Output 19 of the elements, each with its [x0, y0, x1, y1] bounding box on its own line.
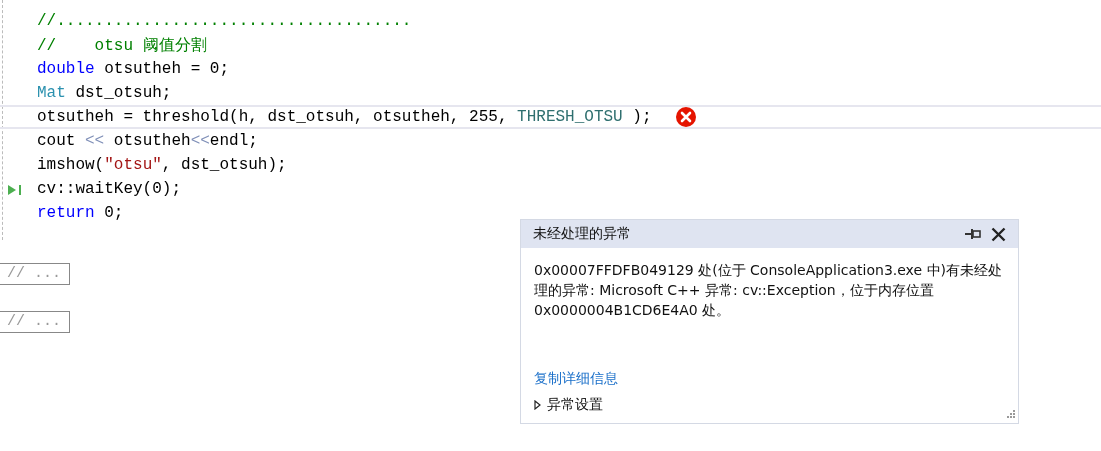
code-line: //..................................... [37, 12, 412, 30]
popup-title: 未经处理的异常 [533, 225, 632, 243]
collapsed-code-block[interactable]: // ... [0, 311, 70, 333]
exception-settings-label[interactable]: 异常设置 [547, 396, 603, 414]
copy-details-link[interactable]: 复制详细信息 [534, 370, 1005, 388]
collapsed-code-block[interactable]: // ... [0, 263, 70, 285]
pin-icon[interactable] [965, 229, 981, 239]
code-line: Mat dst_otsuh; [37, 84, 172, 102]
code-line: return 0; [37, 204, 124, 222]
close-icon[interactable] [991, 226, 1006, 242]
code-line: // otsu 阈值分割 [37, 35, 207, 56]
code-line: cv::waitKey(0); [37, 180, 182, 198]
code-line: imshow("otsu", dst_otsuh); [37, 156, 287, 174]
code-line: double otsutheh = 0; [37, 60, 230, 78]
resize-grip-icon[interactable] [1005, 410, 1015, 420]
caret-icon[interactable] [534, 400, 541, 410]
code-line: otsutheh = threshold(h, dst_otsuh, otsutheh, 255, THRESH_OTSU ); [37, 108, 652, 126]
exception-message: 0x00007FFDFB049129 处(位于 ConsoleApplication3.exe 中)有未经处理的异常: Microsoft C++ 异常: cv::Exception，位于内存位置 0x0000004B1CD6E4A0 处。 [534, 261, 1003, 320]
code-line: cout << otsutheh<<endl; [37, 132, 258, 150]
